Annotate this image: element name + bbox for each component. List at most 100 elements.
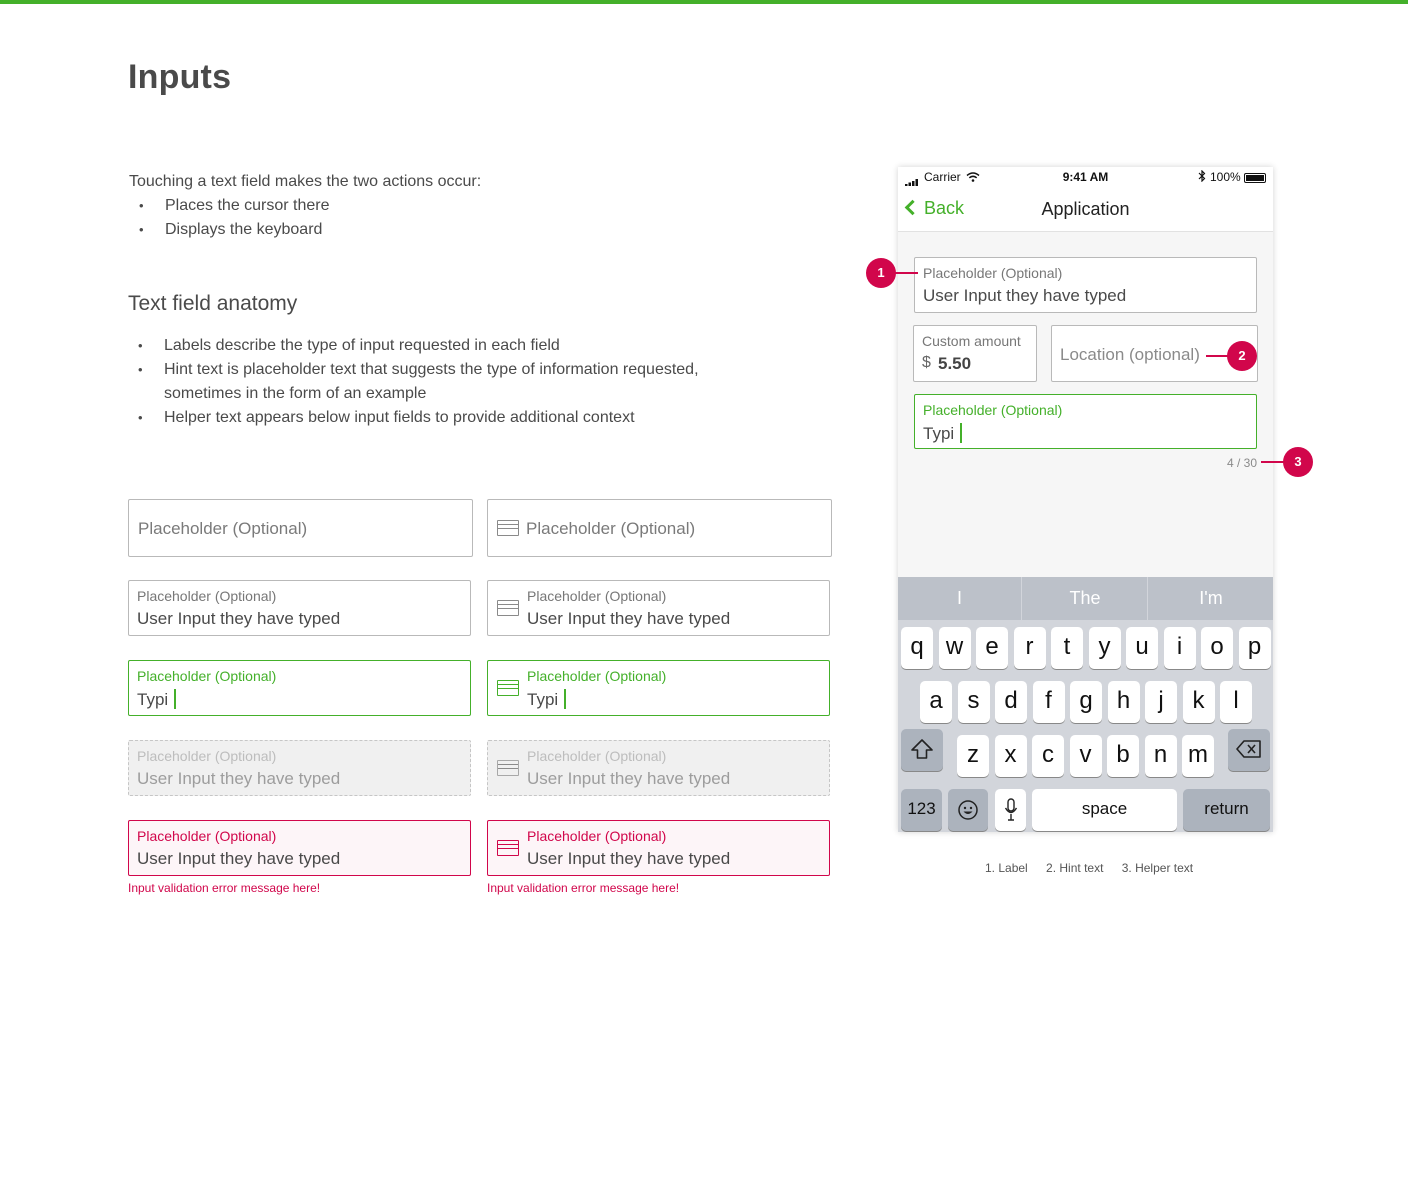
key-n[interactable]: n [1144, 735, 1177, 777]
numbers-key[interactable]: 123 [901, 789, 942, 831]
key-w[interactable]: w [938, 627, 971, 669]
field-label: Placeholder (Optional) [137, 748, 277, 764]
top-accent-bar [0, 0, 1408, 4]
phone-field-label-demo[interactable]: Placeholder (Optional) User Input they h… [914, 257, 1257, 313]
field-value: User Input they have typed [527, 769, 731, 788]
key-o[interactable]: o [1201, 627, 1233, 669]
field-value: 5.50 [938, 354, 972, 373]
intro-section: Touching a text field makes the two acti… [129, 170, 481, 242]
field-label: Placeholder (Optional) [923, 265, 1063, 281]
placeholder-text: Placeholder (Optional) [526, 519, 696, 538]
navigation-bar: Back Application [898, 189, 1273, 232]
shift-icon [911, 739, 933, 759]
key-v[interactable]: v [1069, 735, 1102, 777]
text-field-disabled: Placeholder (Optional) User Input they h… [128, 740, 471, 796]
annotation-marker-label: 1 [866, 258, 896, 288]
custom-amount-field[interactable]: Custom amount $ 5.50 [913, 325, 1037, 382]
field-value: User Input they have typed [923, 286, 1127, 305]
field-label: Placeholder (Optional) [137, 668, 277, 684]
legend-item: 1. Label [985, 861, 1028, 875]
annotation-marker-hint: 2 [1227, 341, 1257, 371]
key-m[interactable]: m [1182, 735, 1214, 777]
key-r[interactable]: r [1013, 627, 1046, 669]
marker-line [893, 272, 918, 274]
text-field-filled-with-icon[interactable]: Placeholder (Optional) User Input they h… [487, 580, 830, 636]
text-field-disabled-with-icon: Placeholder (Optional) User Input they h… [487, 740, 830, 796]
text-field-focused-with-icon[interactable]: Placeholder (Optional) Typi [487, 660, 830, 716]
key-k[interactable]: k [1182, 681, 1215, 723]
emoji-icon [958, 800, 978, 820]
return-key[interactable]: return [1183, 789, 1270, 831]
field-value: User Input they have typed [137, 769, 341, 788]
key-i[interactable]: i [1163, 627, 1196, 669]
microphone-key[interactable] [995, 789, 1026, 831]
key-l[interactable]: l [1220, 681, 1252, 723]
space-key[interactable]: space [1032, 789, 1177, 831]
field-label: Placeholder (Optional) [527, 668, 667, 684]
error-message: Input validation error message here! [128, 881, 321, 895]
key-a[interactable]: a [920, 681, 952, 723]
battery-icon [1244, 173, 1266, 183]
suggestion-item[interactable]: The [1023, 577, 1148, 620]
key-q[interactable]: q [901, 627, 933, 669]
key-z[interactable]: z [957, 735, 989, 777]
hint-text: Location (optional) [1060, 345, 1200, 364]
text-field-filled[interactable]: Placeholder (Optional) User Input they h… [128, 580, 471, 636]
legend-item: 2. Hint text [1046, 861, 1104, 875]
key-x[interactable]: x [994, 735, 1027, 777]
field-label: Placeholder (Optional) [527, 748, 667, 764]
emoji-key[interactable] [948, 789, 988, 831]
text-field-error[interactable]: Placeholder (Optional) User Input they h… [128, 820, 471, 876]
field-label: Placeholder (Optional) [137, 828, 277, 844]
field-value: Typi [527, 690, 559, 709]
credit-card-icon [497, 520, 519, 536]
key-t[interactable]: t [1051, 627, 1083, 669]
key-f[interactable]: f [1032, 681, 1065, 723]
text-field-error-with-icon[interactable]: Placeholder (Optional) User Input they h… [487, 820, 830, 876]
field-label: Placeholder (Optional) [923, 402, 1063, 418]
microphone-icon [1004, 798, 1017, 821]
credit-card-icon [497, 600, 519, 616]
key-s[interactable]: s [957, 681, 990, 723]
field-value: User Input they have typed [527, 849, 731, 868]
placeholder-text: Placeholder (Optional) [138, 519, 308, 538]
key-y[interactable]: y [1088, 627, 1121, 669]
battery-percent: 100% [1210, 170, 1241, 184]
key-j[interactable]: j [1145, 681, 1177, 723]
annotation-legend: 1. Label 2. Hint text 3. Helper text [985, 861, 1208, 875]
delete-icon [1236, 740, 1261, 758]
key-c[interactable]: c [1032, 735, 1064, 777]
text-field-focused[interactable]: Placeholder (Optional) Typi [128, 660, 471, 716]
credit-card-icon [497, 680, 519, 696]
key-g[interactable]: g [1070, 681, 1102, 723]
error-message: Input validation error message here! [487, 881, 680, 895]
text-field-empty[interactable]: Placeholder (Optional) [128, 499, 473, 557]
text-field-empty-with-icon[interactable]: Placeholder (Optional) [487, 499, 832, 557]
bullet-item: Displays the keyboard [129, 218, 481, 242]
text-cursor [174, 689, 177, 709]
key-e[interactable]: e [976, 627, 1008, 669]
text-cursor [564, 689, 567, 709]
key-d[interactable]: d [995, 681, 1027, 723]
suggestion-item[interactable]: I [898, 577, 1022, 620]
intro-bullets: Places the cursor there Displays the key… [129, 194, 481, 242]
bullet-item: Places the cursor there [129, 194, 481, 218]
screen-title: Application [1041, 199, 1130, 219]
shift-key[interactable] [901, 729, 943, 771]
anatomy-bullets: Labels describe the type of input reques… [128, 334, 768, 430]
key-p[interactable]: p [1238, 627, 1271, 669]
suggestion-bar: I The I'm [898, 577, 1273, 620]
phone-field-focused[interactable]: Placeholder (Optional) Typi [914, 394, 1257, 449]
key-h[interactable]: h [1107, 681, 1140, 723]
helper-text-counter: 4 / 30 [1226, 456, 1257, 470]
annotation-marker-helper: 3 [1283, 447, 1313, 477]
field-label: Placeholder (Optional) [527, 828, 667, 844]
suggestion-item[interactable]: I'm [1149, 577, 1273, 620]
bullet-item: Hint text is placeholder text that sugge… [128, 358, 768, 406]
anatomy-section: Labels describe the type of input reques… [128, 334, 768, 430]
key-u[interactable]: u [1126, 627, 1158, 669]
key-b[interactable]: b [1107, 735, 1139, 777]
delete-key[interactable] [1228, 729, 1270, 771]
anatomy-heading: Text field anatomy [128, 292, 298, 315]
field-value: Typi [137, 690, 169, 709]
